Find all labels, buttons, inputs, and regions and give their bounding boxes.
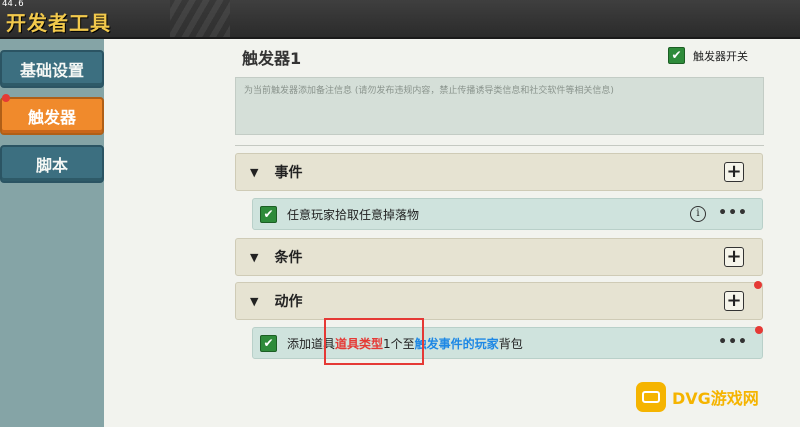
add-condition-button[interactable]: + — [724, 247, 744, 267]
divider — [235, 145, 764, 146]
event-item-text: 任意玩家拾取任意掉落物 — [287, 207, 420, 222]
section-label: 事件 — [274, 165, 303, 181]
sidebar-item-label: 脚本 — [35, 156, 68, 175]
section-actions[interactable]: ▼ 动作 + — [235, 282, 763, 320]
more-options-icon[interactable]: ••• — [718, 205, 748, 221]
app-title: 开发者工具 — [6, 11, 111, 35]
add-action-button[interactable]: + — [724, 291, 744, 311]
notification-dot — [2, 94, 10, 102]
sidebar-item-label: 基础设置 — [19, 61, 84, 80]
trigger-toggle[interactable]: ✔ 触发器开关 — [668, 47, 748, 64]
section-label: 动作 — [274, 294, 303, 310]
gamepad-logo-icon — [636, 382, 666, 412]
notification-dot — [755, 326, 763, 334]
sidebar-item-label: 触发器 — [27, 108, 76, 127]
info-icon[interactable]: i — [690, 206, 706, 222]
section-conditions[interactable]: ▼ 条件 + — [235, 238, 763, 276]
trigger-player-link[interactable]: 触发事件的玩家 — [415, 337, 499, 351]
sidebar: 基础设置 触发器 脚本 — [0, 39, 106, 427]
sidebar-item-triggers[interactable]: 触发器 — [0, 97, 104, 135]
trigger-toggle-label: 触发器开关 — [693, 49, 748, 63]
event-item[interactable]: ✔ 任意玩家拾取任意掉落物 i ••• — [252, 198, 763, 230]
collapse-triangle-icon[interactable]: ▼ — [250, 251, 258, 264]
sidebar-item-scripts[interactable]: 脚本 — [0, 145, 104, 183]
add-event-button[interactable]: + — [724, 162, 744, 182]
note-input[interactable]: 为当前触发器添加备注信息 (请勿发布违规内容，禁止传播诱导类信息和社交软件等相关… — [235, 77, 764, 135]
notification-dot — [754, 281, 762, 289]
collapse-triangle-icon[interactable]: ▼ — [250, 295, 258, 308]
check-icon[interactable]: ✔ — [260, 205, 277, 223]
note-placeholder: 为当前触发器添加备注信息 (请勿发布违规内容，禁止传播诱导类信息和社交软件等相关… — [244, 86, 614, 96]
title-decoration — [170, 0, 230, 37]
trigger-name: 触发器1 — [242, 49, 302, 68]
sidebar-item-basic-settings[interactable]: 基础设置 — [0, 50, 104, 88]
more-options-icon[interactable]: ••• — [718, 334, 748, 350]
section-label: 条件 — [274, 250, 303, 266]
watermark: DVG游戏网 — [636, 381, 759, 413]
collapse-triangle-icon[interactable]: ▼ — [250, 166, 258, 179]
highlight-annotation-box — [324, 318, 424, 365]
title-bar: 44.6 开发者工具 — [0, 0, 800, 39]
watermark-text: DVG游戏网 — [672, 389, 759, 408]
section-events[interactable]: ▼ 事件 + — [235, 153, 763, 191]
check-icon[interactable]: ✔ — [668, 47, 685, 64]
check-icon[interactable]: ✔ — [260, 334, 277, 352]
action-text-part: 背包 — [498, 336, 523, 351]
